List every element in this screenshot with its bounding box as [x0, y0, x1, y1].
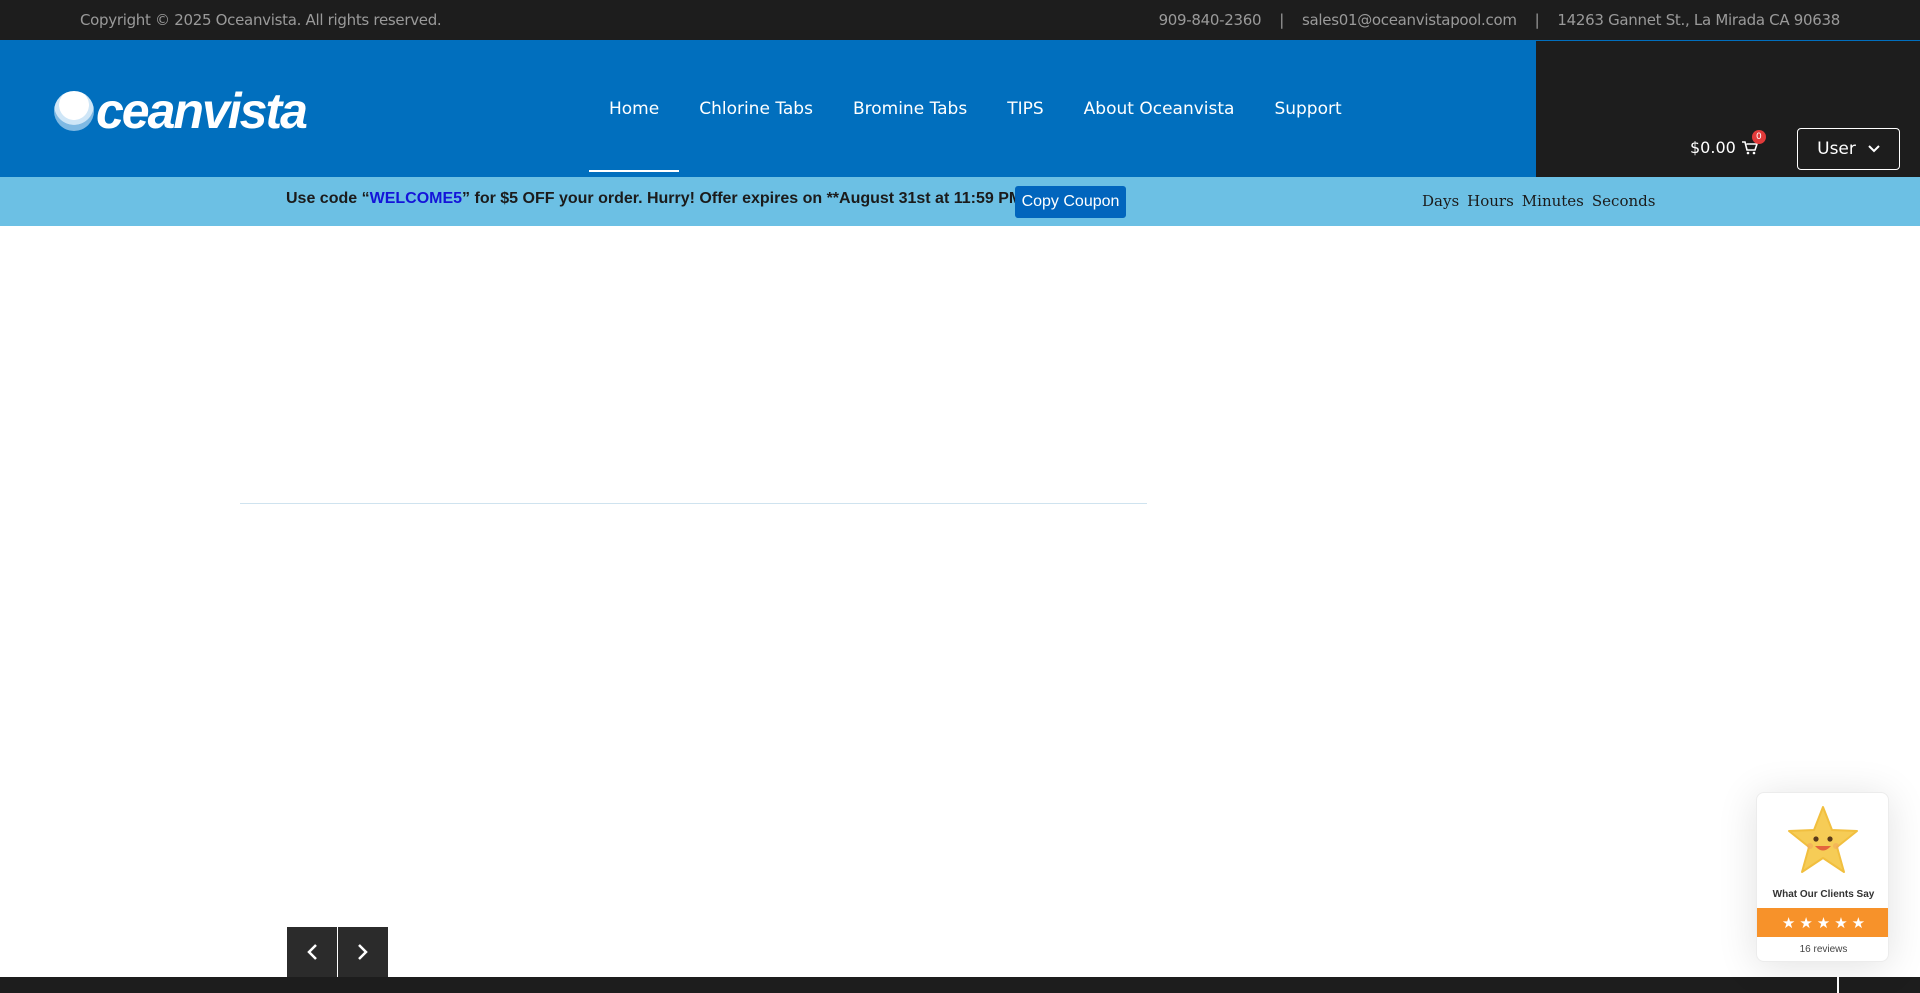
cart-count-badge: 0 [1751, 129, 1766, 144]
nav-bromine-tabs[interactable]: Bromine Tabs [833, 80, 987, 172]
chevron-right-icon [358, 944, 368, 960]
phone-link[interactable]: 909-840-2360 [1159, 11, 1262, 29]
chevron-left-icon [307, 944, 317, 960]
user-menu-button[interactable]: User [1797, 128, 1900, 170]
smiling-star-icon [1787, 805, 1859, 875]
address-text: 14263 Gannet St., La Mirada CA 90638 [1557, 11, 1840, 29]
separator: | [1534, 11, 1540, 29]
rating-stars: ★ ★ ★ ★ ★ [1757, 908, 1888, 937]
logo-wordmark: ceanvista [96, 83, 308, 139]
reviews-title: What Our Clients Say [1772, 889, 1875, 900]
copy-coupon-button[interactable]: Copy Coupon [1015, 186, 1126, 218]
slider-navigation [287, 927, 388, 977]
nav-chlorine-tabs[interactable]: Chlorine Tabs [679, 80, 833, 172]
promo-message: Use code “WELCOME5” for $5 OFF your orde… [286, 190, 1035, 208]
countdown-timer: Days Hours Minutes Seconds [1422, 192, 1655, 210]
slider-prev-button[interactable] [287, 927, 337, 977]
star-icon: ★ [1799, 914, 1813, 932]
nav-tips[interactable]: TIPS [987, 80, 1063, 172]
promo-prefix: Use code “ [286, 190, 370, 207]
slider-next-button[interactable] [338, 927, 388, 977]
reviews-widget[interactable]: What Our Clients Say ★ ★ ★ ★ ★ 16 review… [1756, 792, 1889, 962]
user-menu-label: User [1817, 139, 1856, 159]
star-icon: ★ [1781, 914, 1796, 932]
reviews-count: 16 reviews [1799, 944, 1848, 955]
email-link[interactable]: sales01@oceanvistapool.com [1302, 11, 1517, 29]
countdown-seconds-label: Seconds [1591, 192, 1656, 210]
star-icon: ★ [1851, 914, 1866, 932]
countdown-days-label: Days [1422, 192, 1460, 210]
copyright-text: Copyright © 2025 Oceanvista. All rights … [80, 11, 442, 29]
contact-info: 909-840-2360 | sales01@oceanvistapool.co… [1159, 11, 1841, 29]
nav-about-oceanvista[interactable]: About Oceanvista [1064, 80, 1255, 172]
site-header: ceanvista Home Chlorine Tabs Bromine Tab… [0, 40, 1920, 177]
promo-banner: Use code “WELCOME5” for $5 OFF your orde… [0, 177, 1920, 226]
coupon-code: WELCOME5 [369, 190, 463, 207]
star-icon: ★ [1834, 914, 1848, 932]
footer-strip [0, 977, 1920, 993]
logo-globe-icon [54, 91, 94, 131]
star-icon: ★ [1816, 914, 1831, 932]
countdown-minutes-label: Minutes [1521, 192, 1584, 210]
nav-home[interactable]: Home [589, 80, 680, 172]
cart-icon: 0 [1741, 129, 1766, 155]
site-logo[interactable]: ceanvista [54, 83, 308, 139]
countdown-hours-label: Hours [1467, 192, 1514, 210]
cart-total: $0.00 [1690, 138, 1736, 157]
main-navigation: Home Chlorine Tabs Bromine Tabs TIPS Abo… [589, 80, 1362, 172]
nav-support[interactable]: Support [1254, 80, 1361, 172]
top-info-bar: Copyright © 2025 Oceanvista. All rights … [0, 0, 1920, 40]
footer-divider [1837, 977, 1839, 993]
cart-button[interactable]: $0.00 0 [1690, 129, 1766, 157]
separator: | [1279, 11, 1284, 29]
promo-suffix: ” for $5 OFF your order. Hurry! Offer ex… [462, 190, 1035, 207]
chevron-down-icon [1868, 145, 1880, 153]
content-divider [240, 503, 1147, 504]
